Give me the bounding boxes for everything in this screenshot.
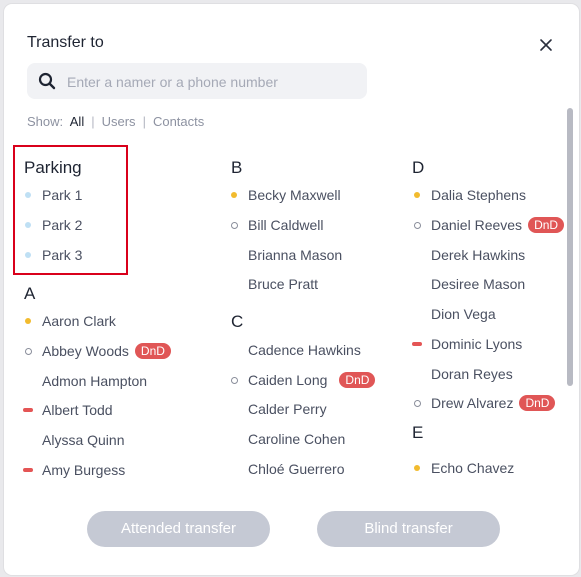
away-status-icon — [414, 192, 420, 198]
offline-status-icon — [231, 376, 238, 384]
busy-status-icon — [412, 342, 422, 346]
contact-item[interactable]: Caroline Cohen — [248, 429, 345, 449]
offline-status-icon — [25, 347, 32, 355]
dnd-badge: DnD — [519, 395, 556, 411]
filter-all[interactable]: All — [70, 114, 84, 129]
contact-item[interactable]: Doran Reyes — [431, 364, 513, 384]
contact-item[interactable]: Admon Hampton — [42, 371, 147, 391]
contact-item[interactable]: Chloé Guerrero — [248, 459, 345, 479]
section-heading-c: C — [231, 312, 244, 331]
parking-dot-icon — [25, 252, 31, 258]
offline-status-icon — [414, 399, 421, 407]
close-icon[interactable] — [538, 37, 554, 53]
dialog-title: Transfer to — [27, 34, 104, 51]
away-status-icon — [25, 318, 31, 324]
section-heading-e: E — [412, 423, 424, 442]
contact-item[interactable]: Derek Hawkins — [431, 245, 525, 265]
filter-contacts[interactable]: Contacts — [153, 114, 204, 129]
contact-item[interactable]: Albert Todd — [23, 400, 113, 420]
away-status-icon — [231, 192, 237, 198]
busy-status-icon — [23, 468, 33, 472]
search-icon — [38, 72, 56, 90]
section-heading-a: A — [24, 284, 36, 303]
filter-label: Show: — [27, 114, 64, 129]
busy-status-icon — [23, 408, 33, 412]
close-button[interactable] — [538, 37, 554, 53]
section-heading-parking: Parking — [24, 158, 82, 177]
contact-item[interactable]: Dion Vega — [431, 304, 496, 324]
parking-item[interactable]: Park 3 — [25, 245, 82, 265]
away-status-icon — [414, 465, 420, 471]
search-box[interactable] — [27, 63, 367, 101]
contact-item[interactable]: Becky Maxwell — [231, 185, 341, 205]
dnd-badge: DnD — [528, 217, 565, 233]
offline-status-icon — [414, 221, 421, 229]
contact-item[interactable]: Aaron Clark — [25, 311, 116, 331]
contact-item[interactable]: Dalia Stephens — [414, 185, 526, 205]
contact-item[interactable]: Drew Alvarez DnD — [414, 393, 556, 413]
contact-item[interactable]: Amy Burgess — [23, 460, 125, 480]
filter-divider: | — [91, 114, 95, 129]
filter-users[interactable]: Users — [102, 114, 136, 129]
contact-item[interactable]: Bill Caldwell — [231, 215, 323, 235]
attended-transfer-button[interactable]: Attended transfer — [87, 511, 270, 547]
contact-item[interactable]: Echo Chavez — [414, 458, 514, 478]
parking-item[interactable]: Park 2 — [25, 215, 82, 235]
contact-item[interactable]: Alyssa Quinn — [42, 430, 124, 450]
contact-item[interactable]: Caiden Long DnD — [231, 370, 376, 390]
contact-item[interactable]: Dominic Lyons — [412, 334, 522, 354]
contact-item[interactable]: Abbey Woods DnD — [25, 341, 171, 361]
contact-item[interactable]: Calder Perry — [248, 399, 327, 419]
parking-dot-icon — [25, 222, 31, 228]
show-filter: Show: All | Users | Contacts — [27, 114, 204, 129]
section-heading-d: D — [412, 158, 425, 177]
parking-item[interactable]: Park 1 — [25, 185, 82, 205]
contact-item[interactable]: Daniel Reeves DnD — [414, 215, 565, 235]
offline-status-icon — [231, 221, 238, 229]
contact-item[interactable]: Desiree Mason — [431, 274, 525, 294]
search-input[interactable] — [65, 63, 361, 101]
filter-divider: | — [142, 114, 146, 129]
section-heading-b: B — [231, 158, 243, 177]
dnd-badge: DnD — [134, 343, 171, 359]
contact-item[interactable]: Brianna Mason — [248, 245, 342, 265]
list-scrollbar[interactable] — [567, 108, 573, 386]
dnd-badge: DnD — [339, 372, 376, 388]
parking-dot-icon — [25, 192, 31, 198]
contact-item[interactable]: Cadence Hawkins — [248, 340, 361, 360]
contact-item[interactable]: Bruce Pratt — [248, 274, 318, 294]
transfer-dialog: Transfer to Show: All | Users | Contacts Par… — [4, 4, 579, 575]
blind-transfer-button[interactable]: Blind transfer — [317, 511, 500, 547]
